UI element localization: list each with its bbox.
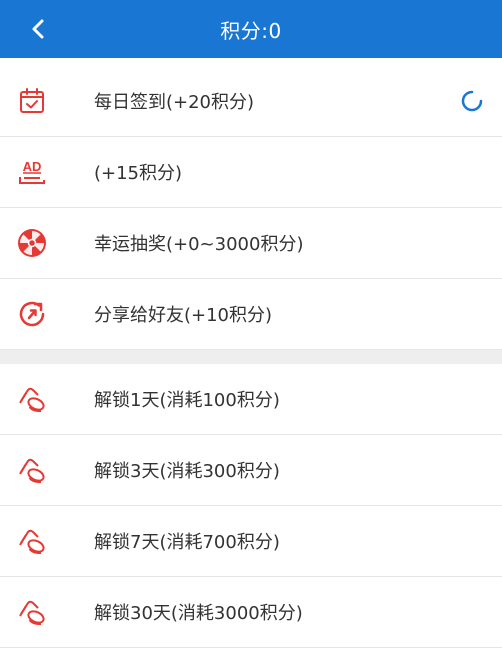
unlock-1-day-label: 解锁1天(消耗100积分) [94, 390, 280, 411]
unlock-3-days-label: 解锁3天(消耗300积分) [94, 461, 280, 482]
lucky-draw-item[interactable]: 幸运抽奖(+0~3000积分) [0, 208, 502, 279]
section-divider [0, 350, 502, 364]
lucky-wheel-icon [16, 227, 48, 259]
unlock-30-days-label: 解锁30天(消耗3000积分) [94, 603, 303, 624]
unlock-3-days-item[interactable]: 解锁3天(消耗300积分) [0, 435, 502, 506]
earn-points-list: 每日签到(+20积分) AD (+15积分) 幸运抽奖(+0~3000积分) 分… [0, 66, 502, 350]
watch-ad-label: (+15积分) [94, 163, 183, 184]
share-icon [16, 298, 48, 330]
chevron-left-icon [32, 19, 44, 39]
unlock-7-days-item[interactable]: 解锁7天(消耗700积分) [0, 506, 502, 577]
unlock-7-days-label: 解锁7天(消耗700积分) [94, 532, 280, 553]
page-title: 积分:0 [220, 18, 282, 43]
unlock-list: 解锁1天(消耗100积分) 解锁3天(消耗300积分) 解锁7天(消耗700积分… [0, 364, 502, 648]
loading-spinner-icon [460, 89, 484, 113]
unlock-1-day-item[interactable]: 解锁1天(消耗100积分) [0, 364, 502, 435]
share-friends-item[interactable]: 分享给好友(+10积分) [0, 279, 502, 350]
spacer [0, 58, 502, 66]
daily-checkin-label: 每日签到(+20积分) [94, 92, 255, 113]
daily-checkin-item[interactable]: 每日签到(+20积分) [0, 66, 502, 137]
coins-icon [16, 454, 48, 486]
watch-ad-item[interactable]: AD (+15积分) [0, 137, 502, 208]
unlock-30-days-item[interactable]: 解锁30天(消耗3000积分) [0, 577, 502, 648]
lucky-draw-label: 幸运抽奖(+0~3000积分) [94, 234, 304, 255]
top-app-bar: 积分:0 [0, 0, 502, 58]
coins-icon [16, 383, 48, 415]
coins-icon [16, 525, 48, 557]
coins-icon [16, 596, 48, 628]
calendar-check-icon [16, 85, 48, 117]
svg-text:AD: AD [23, 159, 42, 174]
share-friends-label: 分享给好友(+10积分) [94, 305, 273, 326]
ad-icon: AD [16, 156, 48, 188]
back-button[interactable] [24, 15, 52, 43]
